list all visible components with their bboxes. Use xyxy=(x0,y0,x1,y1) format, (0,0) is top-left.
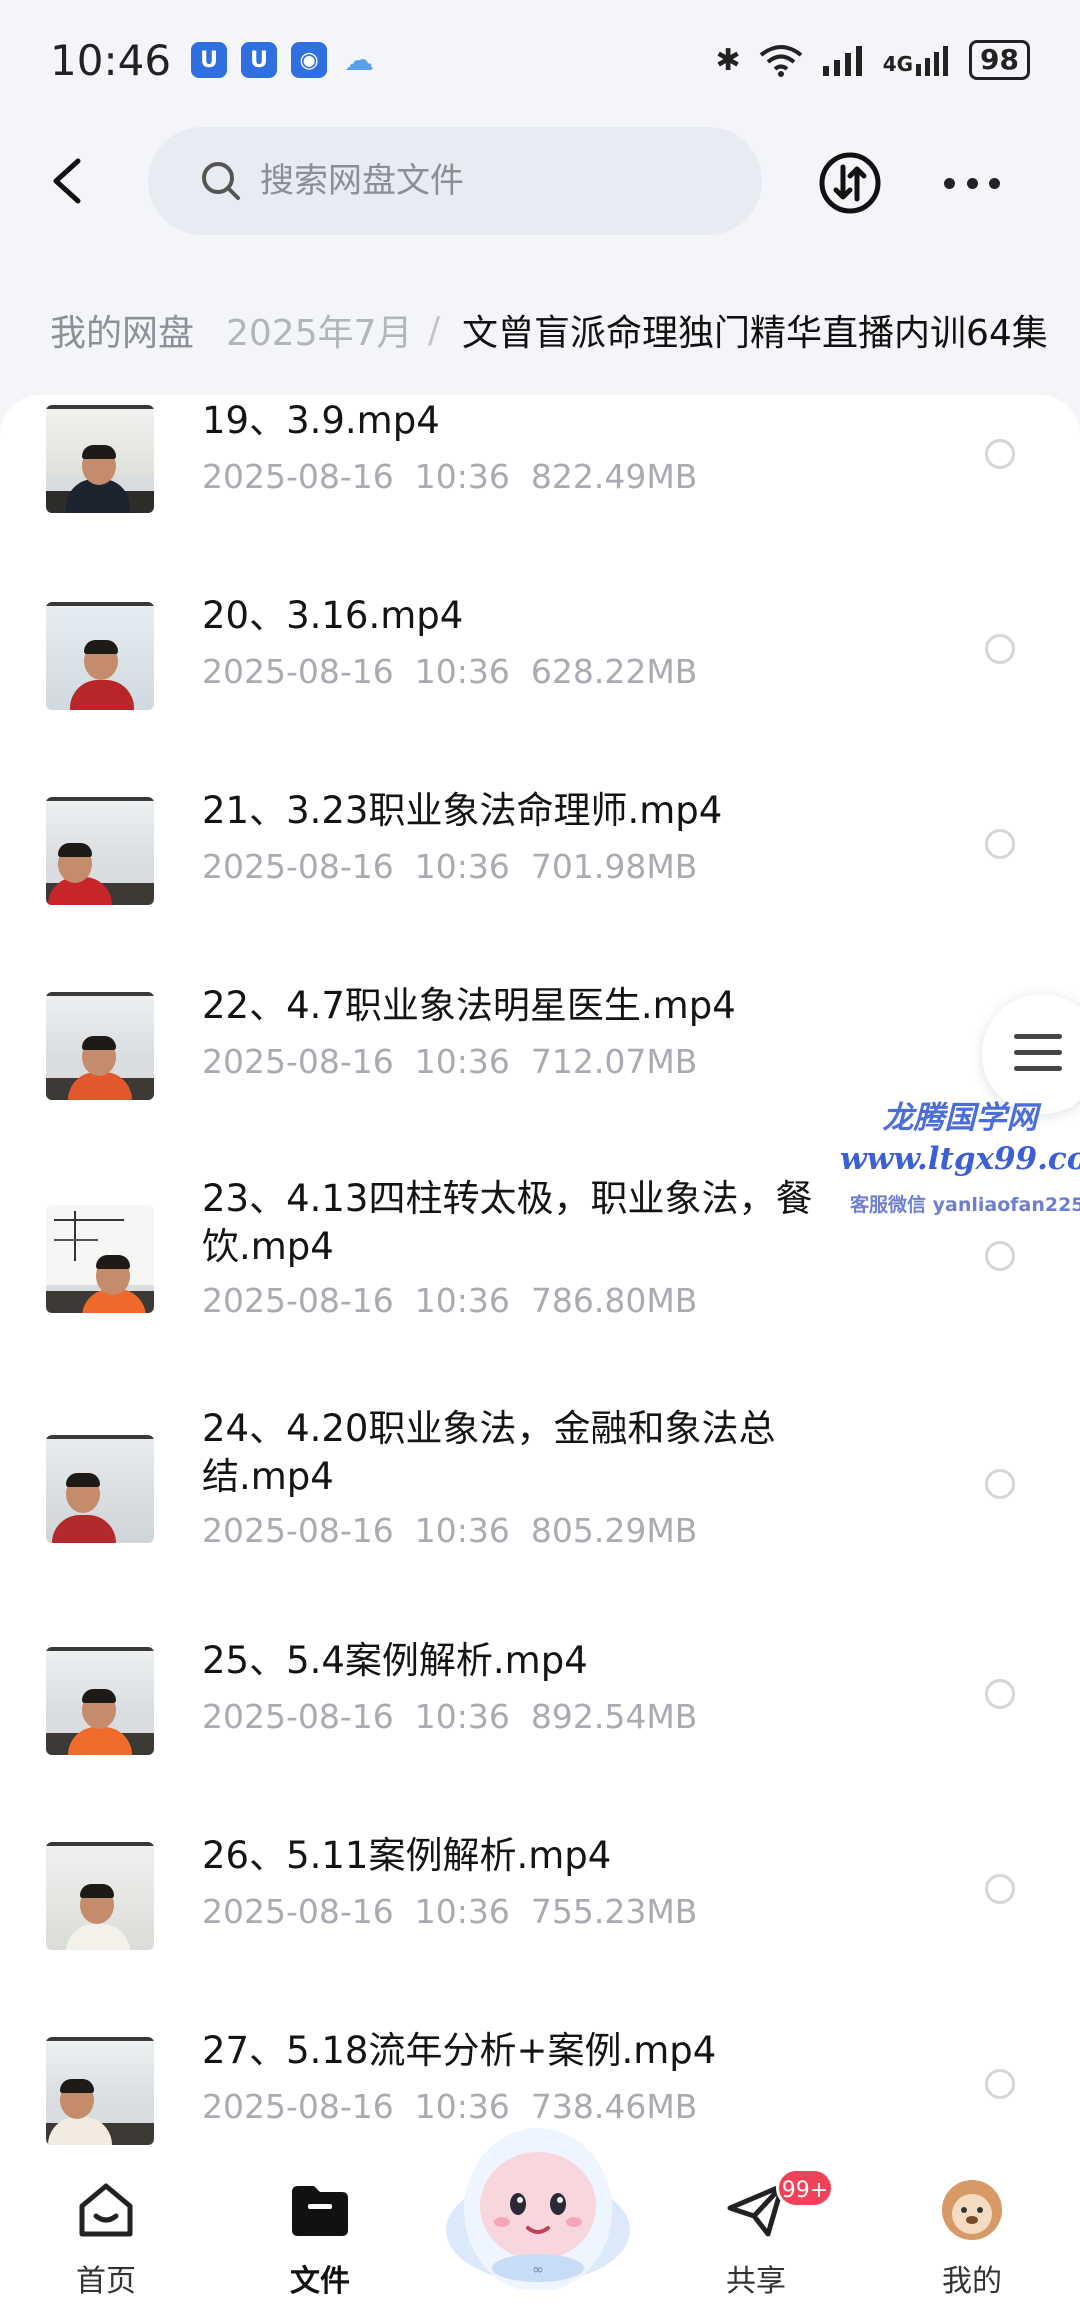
signal-4g-icon: 4G xyxy=(883,44,951,76)
nav-item-profile[interactable]: 我的 xyxy=(892,2178,1052,2300)
sort-button[interactable] xyxy=(818,151,882,215)
file-meta: 2025-08-16 10:36 786.80MB xyxy=(202,1281,698,1320)
file-meta: 2025-08-16 10:36 892.54MB xyxy=(202,1697,698,1736)
video-thumbnail xyxy=(46,1842,154,1950)
nav-label: 文件 xyxy=(290,2264,350,2299)
file-name: 22、4.7职业象法明星医生.mp4 xyxy=(202,984,736,1027)
app-notification-icon: ◉ xyxy=(291,42,328,78)
share-badge: 99+ xyxy=(776,2168,834,2208)
video-thumbnail xyxy=(46,2037,154,2145)
file-name: 19、3.9.mp4 xyxy=(202,399,440,442)
video-thumbnail xyxy=(46,405,154,513)
nav-label: 共享 xyxy=(726,2264,786,2299)
video-thumbnail xyxy=(46,1647,154,1755)
file-meta: 2025-08-16 10:36 805.29MB xyxy=(202,1511,698,1550)
battery-icon: 98 xyxy=(969,40,1030,80)
video-thumbnail xyxy=(46,1205,154,1313)
breadcrumb: 2025年7月 我的网盘 / 文曾盲派命理独门精华直播内训64集 xyxy=(0,290,1080,370)
breadcrumb-separator: / xyxy=(428,309,441,351)
nav-label: 我的 xyxy=(942,2264,1002,2299)
file-name: 24、4.20职业象法，金融和象法总结.mp4 xyxy=(202,1407,776,1498)
app-notification-icon: U xyxy=(191,42,228,78)
search-icon xyxy=(202,162,240,200)
search-bar[interactable] xyxy=(148,127,762,235)
file-name: 23、4.13四柱转太极，职业象法，餐饮.mp4 xyxy=(202,1177,813,1268)
video-thumbnail xyxy=(46,992,154,1100)
search-input[interactable] xyxy=(260,161,700,201)
watermark-title: 龙腾国学网 xyxy=(882,1100,1038,1136)
video-thumbnail xyxy=(46,797,154,905)
header xyxy=(0,125,1080,240)
file-meta: 2025-08-16 10:36 755.23MB xyxy=(202,1892,698,1931)
file-meta: 2025-08-16 10:36 822.49MB xyxy=(202,457,698,496)
bluetooth-icon: ✱ xyxy=(715,42,741,78)
menu-icon xyxy=(1014,1034,1062,1039)
select-checkbox[interactable] xyxy=(985,1874,1015,1904)
signal-icon xyxy=(822,46,862,76)
back-arrow-icon xyxy=(53,158,81,204)
select-checkbox[interactable] xyxy=(985,1679,1015,1709)
status-indicators: ✱ 4G 98 xyxy=(716,40,1030,80)
status-time: 10:46 xyxy=(50,35,172,85)
svg-text:∞: ∞ xyxy=(532,2262,544,2278)
select-checkbox[interactable] xyxy=(985,1469,1015,1499)
sort-icon xyxy=(819,152,881,214)
app-notification-icon: U xyxy=(241,42,278,78)
watermark-contact: 客服微信 yanliaofan225 xyxy=(850,1194,1080,1216)
nav-label: 首页 xyxy=(76,2264,136,2299)
profile-avatar-icon xyxy=(940,2178,1004,2242)
breadcrumb-item-middle[interactable]: 2025年7月 xyxy=(226,304,413,356)
select-checkbox[interactable] xyxy=(985,439,1015,469)
breadcrumb-item-root[interactable]: 我的网盘 xyxy=(50,304,225,356)
select-checkbox[interactable] xyxy=(985,1241,1015,1271)
file-name: 27、5.18流年分析+案例.mp4 xyxy=(202,2029,717,2072)
home-icon xyxy=(74,2178,138,2242)
file-meta: 2025-08-16 10:36 628.22MB xyxy=(202,652,698,691)
select-checkbox[interactable] xyxy=(985,829,1015,859)
file-name: 20、3.16.mp4 xyxy=(202,594,464,637)
watermark-url: www.ltgx99.com xyxy=(840,1141,1080,1177)
file-list: 19、3.9.mp4 2025-08-16 10:36 822.49MB 20、… xyxy=(0,395,1080,2165)
breadcrumb-current-folder: 文曾盲派命理独门精华直播内训64集 xyxy=(462,313,1048,354)
video-thumbnail xyxy=(46,602,154,710)
assistant-mascot-button[interactable]: ∞ xyxy=(440,2110,636,2292)
file-name: 21、3.23职业象法命理师.mp4 xyxy=(202,789,723,832)
file-name: 25、5.4案例解析.mp4 xyxy=(202,1639,588,1682)
status-bar: 10:46 U U ◉ ☁ ✱ 4G 98 xyxy=(0,0,1080,120)
video-thumbnail xyxy=(46,1435,154,1543)
file-meta: 2025-08-16 10:36 712.07MB xyxy=(202,1042,698,1081)
cloud-icon: ☁ xyxy=(344,42,375,78)
back-button[interactable] xyxy=(40,151,100,211)
file-meta: 2025-08-16 10:36 701.98MB xyxy=(202,847,698,886)
file-name: 26、5.11案例解析.mp4 xyxy=(202,1834,612,1877)
nav-item-home[interactable]: 首页 xyxy=(26,2178,186,2300)
wifi-icon xyxy=(759,45,802,77)
more-icon xyxy=(944,177,955,189)
assistant-mascot-icon: ∞ xyxy=(446,2128,630,2292)
select-checkbox[interactable] xyxy=(985,2069,1015,2099)
select-checkbox[interactable] xyxy=(985,634,1015,664)
more-button[interactable] xyxy=(940,151,1004,215)
nav-item-files[interactable]: 文件 xyxy=(240,2178,400,2300)
folder-icon xyxy=(288,2178,352,2242)
watermark: 龙腾国学网 www.ltgx99.com xyxy=(840,1092,1080,1177)
